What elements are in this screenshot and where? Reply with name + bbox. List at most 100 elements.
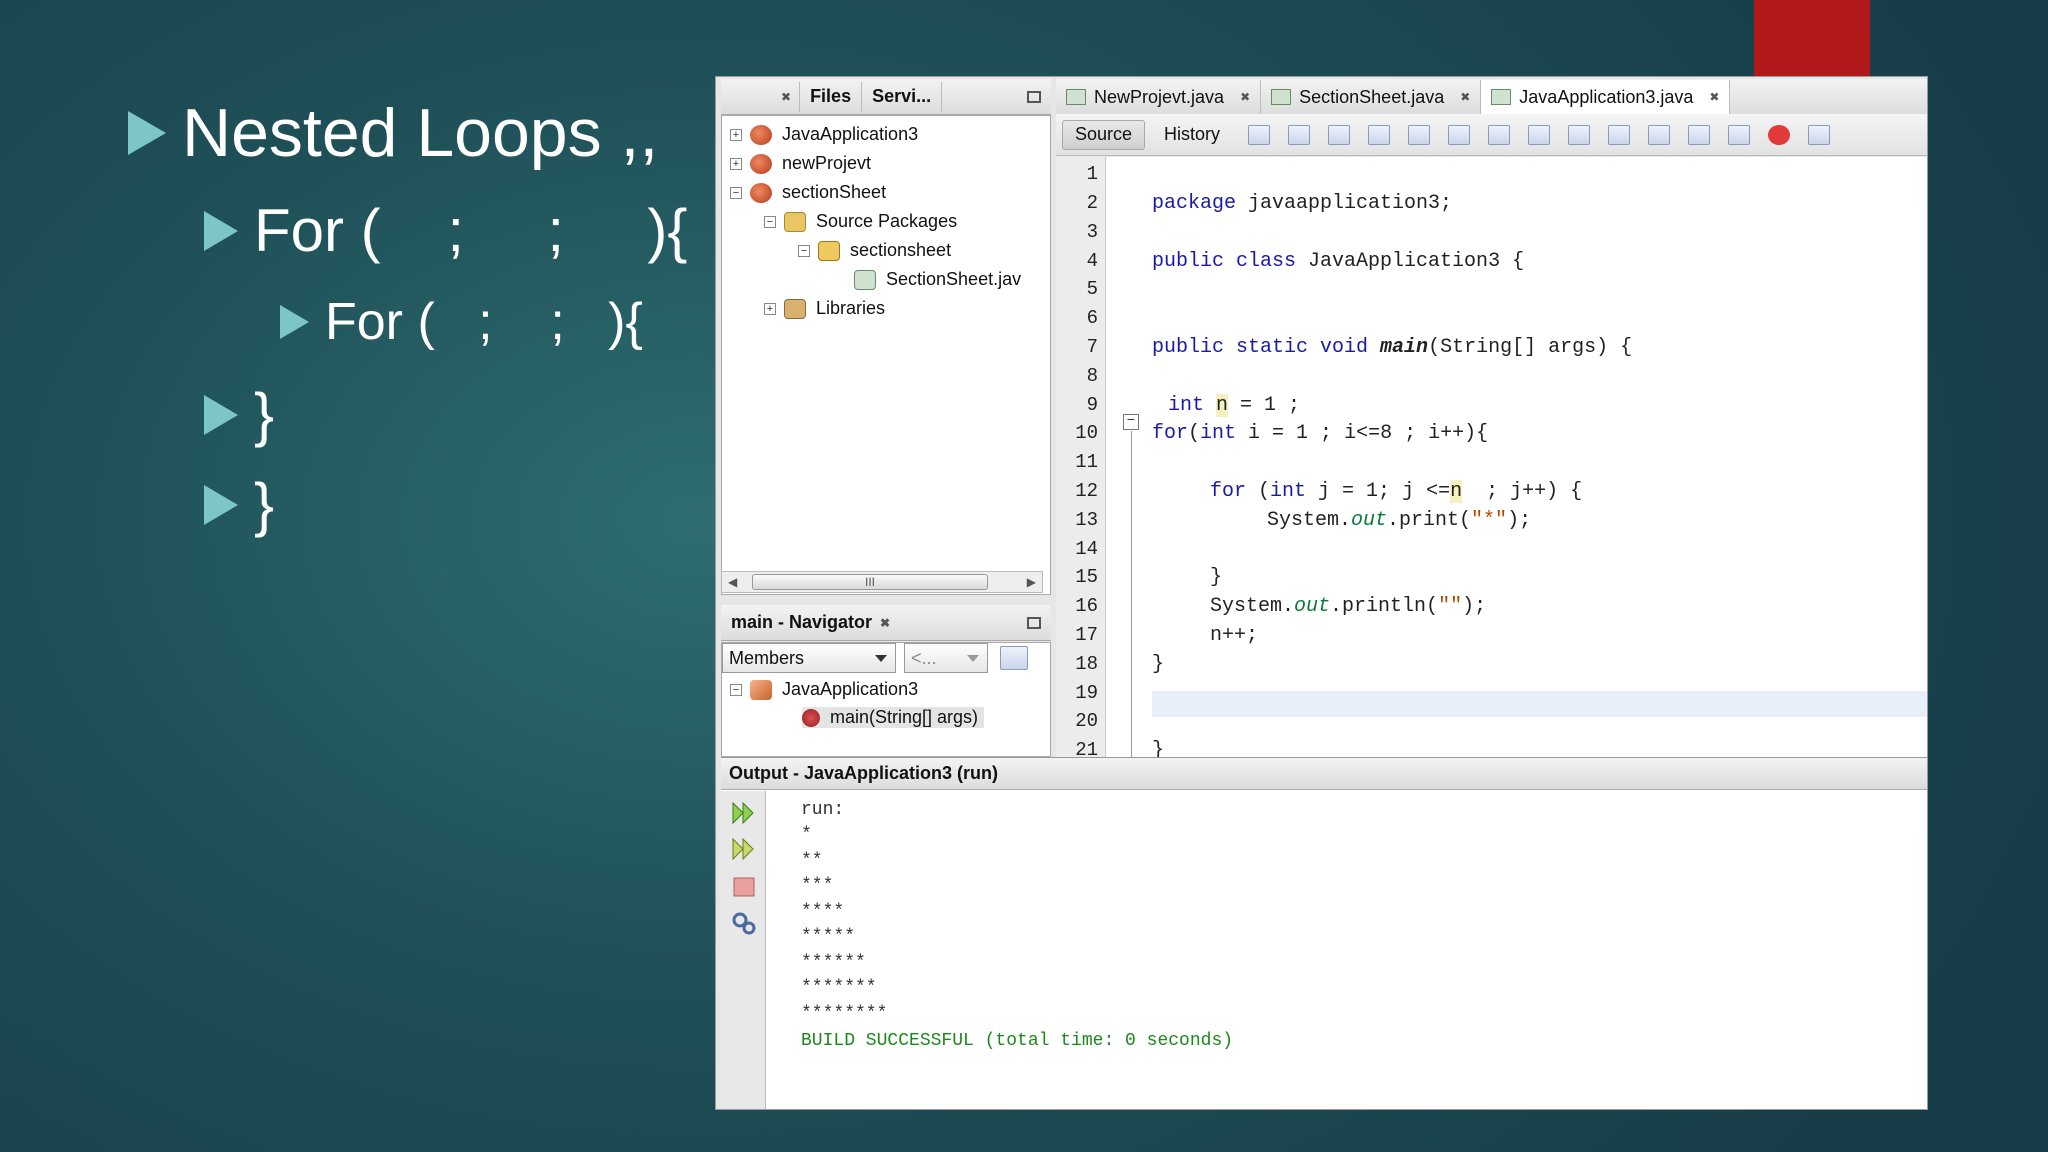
bullet-outer-for: For ( ; ; ){ [204, 196, 687, 265]
output-header: Output - JavaApplication3 (run) [721, 758, 1927, 790]
current-line-highlight [1152, 691, 1927, 717]
bullet-text: } [254, 381, 275, 448]
next-bookmark-icon[interactable] [1608, 124, 1631, 145]
navigator-panel: Members <... − JavaApplication3 main(Stri… [721, 642, 1051, 757]
tree-node-sectionsheet[interactable]: − sectionSheet [730, 182, 886, 203]
bullet-close-outer: } [204, 470, 274, 539]
tree-node-java-file[interactable]: SectionSheet.jav [854, 269, 1021, 290]
record-macro-icon[interactable] [1768, 124, 1791, 145]
line-number: 13 [1075, 509, 1098, 531]
rect-select-icon[interactable] [1528, 124, 1551, 145]
line-number: 12 [1075, 480, 1098, 502]
keyword: public class [1152, 250, 1297, 273]
close-icon[interactable]: ✖ [1460, 90, 1470, 104]
close-icon[interactable]: ✖ [781, 90, 791, 104]
tree-node-package[interactable]: − sectionsheet [798, 240, 951, 261]
package-icon [818, 240, 840, 261]
collapse-icon[interactable]: − [764, 215, 776, 228]
tab-files[interactable]: Files [799, 81, 863, 112]
keyword: package [1152, 192, 1237, 215]
code-text: JavaApplication3 { [1296, 250, 1525, 273]
forward-icon[interactable] [1328, 124, 1351, 145]
keyword: int [1200, 422, 1237, 445]
shift-right-icon[interactable] [1728, 124, 1751, 145]
ide-screenshot: ✖ Files Servi... + JavaApplication3 + newP… [715, 76, 1928, 1110]
toggle-bookmark-icon[interactable] [1648, 124, 1671, 145]
expand-icon[interactable]: + [764, 302, 776, 315]
code-text: ); [1462, 595, 1487, 618]
collapse-icon[interactable]: − [730, 186, 742, 199]
close-icon[interactable]: ✖ [1240, 90, 1250, 104]
prev-bookmark-icon[interactable] [1568, 124, 1591, 145]
close-icon[interactable]: ✖ [1709, 90, 1719, 104]
editor-tab-sectionsheet[interactable]: SectionSheet.java ✖ [1261, 80, 1482, 114]
last-edit-icon[interactable] [1288, 124, 1311, 145]
shift-left-icon[interactable] [1688, 124, 1711, 145]
scroll-left-icon[interactable]: ◀ [728, 575, 737, 589]
minimize-icon[interactable] [1027, 616, 1041, 629]
code-text: ; j++) { [1462, 480, 1583, 503]
code-editor[interactable]: 1 2 3 4 5 6 7 8 9 10 11 12 13 14 15 16 1… [1056, 157, 1927, 831]
layout-icon[interactable] [1000, 646, 1028, 670]
close-icon[interactable]: ✖ [880, 616, 890, 630]
stop-macro-icon[interactable] [1808, 124, 1831, 145]
editor-tab-newprojevt[interactable]: NewProjevt.java ✖ [1056, 80, 1262, 114]
output-line: *** [801, 876, 834, 896]
collapse-icon[interactable]: − [798, 244, 810, 257]
scroll-thumb[interactable]: III [752, 574, 988, 590]
history-select[interactable]: <... [904, 643, 988, 673]
history-button[interactable]: History [1151, 120, 1233, 150]
settings-icon[interactable] [731, 911, 757, 935]
stop-icon[interactable] [731, 875, 757, 899]
code-text: System. [1267, 509, 1352, 532]
source-button[interactable]: Source [1062, 119, 1146, 150]
line-number: 9 [1086, 394, 1098, 416]
code-line-9: int n = 1 ; [1168, 394, 1300, 417]
tab-label: Servi... [872, 86, 932, 106]
bullet-arrow-icon [204, 484, 238, 525]
nav-node-class[interactable]: − JavaApplication3 [730, 679, 918, 700]
code-text: = 1 ; [1228, 394, 1301, 417]
code-line-2: package javaapplication3; [1152, 192, 1452, 215]
line-number: 3 [1086, 221, 1098, 243]
keyword: for [1210, 480, 1247, 503]
fold-collapse-icon[interactable]: − [1123, 414, 1139, 430]
minimize-icon[interactable] [1027, 90, 1041, 103]
expand-icon[interactable]: + [730, 157, 742, 170]
line-number: 1 [1086, 163, 1098, 185]
horizontal-scrollbar[interactable]: ◀ III ▶ [721, 571, 1043, 593]
output-toolbar [721, 791, 766, 1109]
editor-tab-javaapplication3[interactable]: JavaApplication3.java ✖ [1481, 80, 1731, 114]
find-icon[interactable] [1368, 124, 1391, 145]
expand-icon[interactable]: + [730, 128, 742, 141]
bullet-text: For ( ; ; ){ [254, 197, 688, 264]
line-number: 8 [1086, 365, 1098, 387]
tab-services[interactable]: Servi... [862, 81, 943, 112]
members-select[interactable]: Members [722, 643, 896, 673]
string-literal: "" [1438, 595, 1463, 618]
navigator-title: main - Navigator [731, 612, 873, 632]
collapse-icon[interactable]: − [730, 683, 742, 696]
find-previous-icon[interactable] [1408, 124, 1431, 145]
tree-label: newProjevt [782, 153, 872, 173]
code-line-13: System.out.print("*"); [1267, 509, 1531, 532]
tree-node-source-packages[interactable]: − Source Packages [764, 211, 957, 232]
find-next-icon[interactable] [1448, 124, 1471, 145]
bullet-inner-for: For ( ; ; ){ [280, 292, 643, 352]
code-text: ); [1507, 509, 1532, 532]
rerun-with-params-icon[interactable] [731, 837, 757, 861]
tree-node-newprojevt[interactable]: + newProjevt [730, 153, 871, 174]
nav-node-main[interactable]: main(String[] args) [802, 707, 985, 728]
scroll-right-icon[interactable]: ▶ [1027, 575, 1036, 589]
tab-label: Files [810, 86, 852, 106]
tree-label: JavaApplication3 [782, 124, 919, 144]
toggle-highlight-icon[interactable] [1488, 124, 1511, 145]
tab-navigator[interactable]: main - Navigator ✖ [721, 608, 900, 638]
tree-node-javaapplication3[interactable]: + JavaApplication3 [730, 124, 918, 145]
rerun-icon[interactable] [731, 801, 757, 825]
tree-node-libraries[interactable]: + Libraries [764, 298, 885, 319]
java-file-icon [1271, 89, 1292, 105]
java-file-icon [854, 269, 876, 290]
back-icon[interactable] [1248, 124, 1271, 145]
title-text: Nested Loops ,, [182, 95, 659, 171]
